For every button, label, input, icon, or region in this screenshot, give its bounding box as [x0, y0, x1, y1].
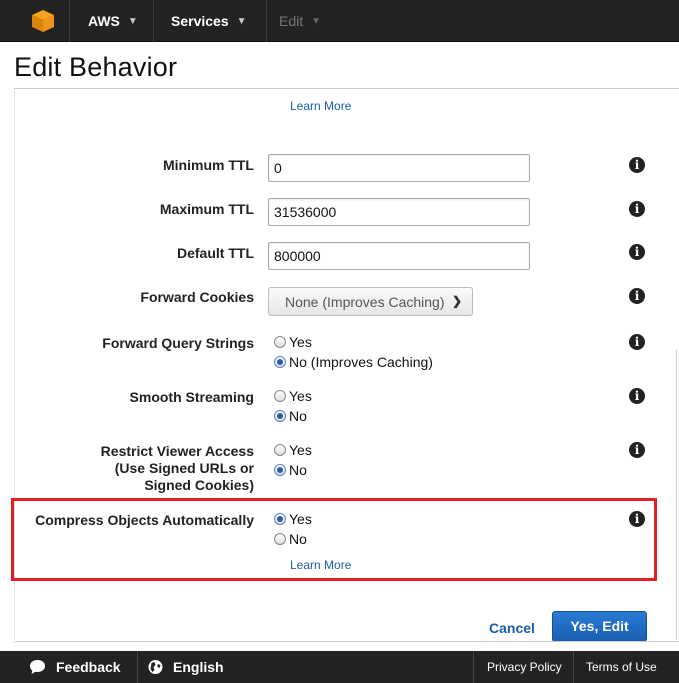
feedback-button[interactable]: Feedback — [56, 651, 121, 683]
radio-label: No (Improves Caching) — [289, 354, 433, 370]
info-icon[interactable]: i — [629, 388, 645, 404]
max-ttl-input[interactable] — [268, 198, 530, 226]
radio-button[interactable] — [274, 444, 286, 456]
forward-query-strings-no-radio[interactable]: No (Improves Caching) — [274, 354, 433, 370]
title-divider — [14, 88, 679, 89]
nav-edit-menu[interactable]: Edit ▼ — [279, 0, 321, 42]
chevron-down-icon: ▼ — [236, 16, 247, 28]
nav-divider — [153, 0, 154, 42]
scrollbar-track[interactable] — [676, 350, 677, 640]
yes-edit-button[interactable]: Yes, Edit — [552, 611, 647, 642]
compress-objects-no-radio[interactable]: No — [274, 531, 307, 547]
radio-button[interactable] — [274, 390, 286, 402]
info-icon[interactable]: i — [629, 201, 645, 217]
info-icon[interactable]: i — [629, 511, 645, 527]
radio-button-selected[interactable] — [274, 410, 286, 422]
globe-icon — [148, 660, 163, 674]
learn-more-link[interactable]: Learn More — [290, 99, 351, 113]
forward-cookies-label: Forward Cookies — [140, 289, 254, 305]
forward-cookies-select[interactable]: None (Improves Caching) ❯ — [268, 287, 473, 316]
info-icon[interactable]: i — [629, 157, 645, 173]
language-selector[interactable]: English — [173, 651, 224, 683]
forward-query-strings-yes-radio[interactable]: Yes — [274, 334, 312, 350]
chevron-down-icon: ▼ — [127, 16, 138, 28]
chevron-down-icon: ▼ — [311, 16, 322, 28]
info-icon[interactable]: i — [629, 334, 645, 350]
compress-objects-yes-radio[interactable]: Yes — [274, 511, 312, 527]
terms-of-use-link[interactable]: Terms of Use — [586, 651, 657, 683]
cancel-button[interactable]: Cancel — [489, 620, 535, 636]
label-line: Restrict Viewer Access — [100, 443, 254, 459]
info-icon[interactable]: i — [629, 244, 645, 260]
restrict-viewer-access-label: Restrict Viewer Access (Use Signed URLs … — [101, 443, 254, 494]
radio-button-selected[interactable] — [274, 513, 286, 525]
footer-divider — [473, 651, 474, 683]
max-ttl-label: Maximum TTL — [159, 201, 254, 217]
forward-query-strings-label: Forward Query Strings — [102, 335, 254, 351]
radio-button-selected[interactable] — [274, 464, 286, 476]
radio-button[interactable] — [274, 336, 286, 348]
nav-aws-menu[interactable]: AWS ▼ — [88, 0, 138, 42]
restrict-viewer-access-yes-radio[interactable]: Yes — [274, 442, 312, 458]
radio-button-selected[interactable] — [274, 356, 286, 368]
nav-edit-label: Edit — [279, 13, 304, 29]
min-ttl-input[interactable] — [268, 154, 530, 182]
nav-services-menu[interactable]: Services ▼ — [171, 0, 247, 42]
radio-button[interactable] — [274, 533, 286, 545]
forward-cookies-value: None (Improves Caching) — [285, 294, 445, 310]
bottom-bar: Feedback English Privacy Policy Terms of… — [0, 651, 679, 683]
info-icon[interactable]: i — [629, 288, 645, 304]
label-line: Signed Cookies) — [144, 477, 254, 493]
footer-divider — [137, 651, 138, 683]
radio-label: Yes — [289, 334, 312, 350]
radio-label: No — [289, 531, 307, 547]
compress-objects-label: Compress Objects Automatically — [35, 512, 254, 528]
radio-label: Yes — [289, 388, 312, 404]
radio-label: No — [289, 408, 307, 424]
radio-label: No — [289, 462, 307, 478]
learn-more-link[interactable]: Learn More — [290, 558, 351, 572]
chevron-down-icon: ❯ — [451, 294, 462, 308]
footer-divider — [14, 641, 679, 642]
aws-logo[interactable] — [0, 0, 70, 42]
restrict-viewer-access-no-radio[interactable]: No — [274, 462, 307, 478]
page-title: Edit Behavior — [14, 52, 178, 82]
top-nav-bar: AWS ▼ Services ▼ Edit ▼ — [0, 0, 679, 42]
radio-label: Yes — [289, 511, 312, 527]
smooth-streaming-label: Smooth Streaming — [129, 389, 254, 405]
nav-divider — [266, 0, 267, 42]
privacy-policy-link[interactable]: Privacy Policy — [487, 651, 562, 683]
info-icon[interactable]: i — [629, 442, 645, 458]
label-line: (Use Signed URLs or — [114, 460, 254, 476]
nav-aws-label: AWS — [88, 13, 120, 29]
smooth-streaming-no-radio[interactable]: No — [274, 408, 307, 424]
default-ttl-input[interactable] — [268, 242, 530, 270]
speech-bubble-icon — [30, 660, 45, 674]
radio-label: Yes — [289, 442, 312, 458]
aws-cube-icon — [32, 10, 54, 32]
default-ttl-label: Default TTL — [177, 245, 254, 261]
min-ttl-label: Minimum TTL — [163, 157, 254, 173]
nav-services-label: Services — [171, 13, 229, 29]
footer-divider — [573, 651, 574, 683]
smooth-streaming-yes-radio[interactable]: Yes — [274, 388, 312, 404]
